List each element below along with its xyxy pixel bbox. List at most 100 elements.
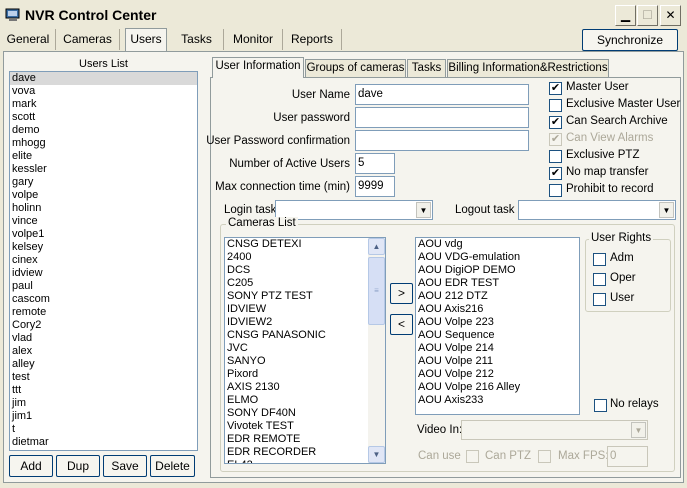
scroll-thumb[interactable]: ≡: [368, 257, 385, 325]
camera-list-item[interactable]: AXIS 2130: [225, 381, 385, 394]
tab-user-tasks[interactable]: Tasks: [407, 59, 446, 77]
camera-list-item[interactable]: IDVIEW: [225, 303, 385, 316]
camera-list-item[interactable]: AOU vdg: [416, 238, 579, 251]
active-users-field[interactable]: 5: [355, 153, 395, 174]
tab-reports[interactable]: Reports: [283, 29, 342, 50]
tab-users[interactable]: Users: [125, 28, 167, 51]
camera-list-item[interactable]: AOU Axis216: [416, 303, 579, 316]
camera-list-item[interactable]: IDVIEW2: [225, 316, 385, 329]
user-list-item[interactable]: gary: [10, 176, 197, 189]
user-list-item[interactable]: cascom: [10, 293, 197, 306]
camera-list-item[interactable]: SONY DF40N: [225, 407, 385, 420]
user-list-item[interactable]: alley: [10, 358, 197, 371]
password-confirm-field[interactable]: [355, 130, 529, 151]
can-use-checkbox[interactable]: [466, 450, 479, 463]
can-ptz-checkbox[interactable]: [538, 450, 551, 463]
user-list-item[interactable]: dave: [10, 72, 197, 85]
camera-list-item[interactable]: EL42: [225, 459, 385, 463]
scroll-down-icon[interactable]: ▼: [368, 446, 385, 463]
minimize-button[interactable]: ▁: [615, 5, 636, 26]
option-checkbox[interactable]: ✔: [549, 82, 562, 95]
remove-camera-button[interactable]: <: [390, 314, 413, 335]
option-checkbox[interactable]: ✔: [549, 133, 562, 146]
camera-list-item[interactable]: AOU 212 DTZ: [416, 290, 579, 303]
user-list-item[interactable]: remote: [10, 306, 197, 319]
maximize-button[interactable]: ☐: [637, 5, 658, 26]
user-list-item[interactable]: paul: [10, 280, 197, 293]
max-connection-time-field[interactable]: 9999: [355, 176, 395, 197]
camera-list-item[interactable]: AOU Axis233: [416, 394, 579, 407]
user-list-item[interactable]: vlad: [10, 332, 197, 345]
camera-list-item[interactable]: EDR RECORDER: [225, 446, 385, 459]
max-fps-field[interactable]: 0: [607, 446, 648, 467]
camera-list-item[interactable]: 2400: [225, 251, 385, 264]
synchronize-button[interactable]: Synchronize: [582, 29, 678, 51]
delete-user-button[interactable]: Delete: [150, 455, 195, 477]
option-checkbox[interactable]: [549, 184, 562, 197]
scroll-up-icon[interactable]: ▲: [368, 238, 385, 255]
camera-list-item[interactable]: AOU Volpe 212: [416, 368, 579, 381]
camera-list-item[interactable]: Vivotek TEST: [225, 420, 385, 433]
user-list-item[interactable]: holinn: [10, 202, 197, 215]
user-right-checkbox[interactable]: [593, 273, 606, 286]
camera-list-item[interactable]: JVC: [225, 342, 385, 355]
camera-list-item[interactable]: AOU VDG-emulation: [416, 251, 579, 264]
camera-list-item[interactable]: AOU Volpe 211: [416, 355, 579, 368]
camera-list-item[interactable]: CNSG DETEXI: [225, 238, 385, 251]
user-list-item[interactable]: vova: [10, 85, 197, 98]
tab-user-information[interactable]: User Information: [212, 57, 304, 78]
user-list-item[interactable]: scott: [10, 111, 197, 124]
add-camera-button[interactable]: >: [390, 283, 413, 304]
tab-groups-of-cameras[interactable]: Groups of cameras: [305, 59, 406, 77]
option-checkbox[interactable]: [549, 99, 562, 112]
user-list-item[interactable]: alex: [10, 345, 197, 358]
user-list-item[interactable]: mhogg: [10, 137, 197, 150]
user-list-item[interactable]: t: [10, 423, 197, 436]
user-list-item[interactable]: dietmar: [10, 436, 197, 449]
camera-list-item[interactable]: AOU Volpe 216 Alley: [416, 381, 579, 394]
login-task-select[interactable]: ▼: [275, 200, 433, 220]
user-password-field[interactable]: [355, 107, 529, 128]
camera-list-item[interactable]: C205: [225, 277, 385, 290]
close-button[interactable]: ✕: [660, 5, 681, 26]
video-in-select[interactable]: ▼: [461, 420, 648, 440]
user-right-checkbox[interactable]: [593, 293, 606, 306]
camera-list-item[interactable]: AOU Volpe 214: [416, 342, 579, 355]
option-checkbox[interactable]: [549, 150, 562, 163]
user-list-item[interactable]: jim: [10, 397, 197, 410]
user-list-item[interactable]: cinex: [10, 254, 197, 267]
tab-general[interactable]: General: [1, 29, 56, 50]
user-list-item[interactable]: demo: [10, 124, 197, 137]
camera-list-item[interactable]: AOU EDR TEST: [416, 277, 579, 290]
user-list-item[interactable]: ttt: [10, 384, 197, 397]
user-list-item[interactable]: kelsey: [10, 241, 197, 254]
camera-list-item[interactable]: ELMO: [225, 394, 385, 407]
tab-tasks[interactable]: Tasks: [170, 29, 224, 50]
camera-list-item[interactable]: Pixord: [225, 368, 385, 381]
user-list-item[interactable]: volpe1: [10, 228, 197, 241]
camera-list-item[interactable]: EDR REMOTE: [225, 433, 385, 446]
option-checkbox[interactable]: ✔: [549, 167, 562, 180]
available-cameras-scrollbar[interactable]: ▲ ≡ ▼: [368, 238, 385, 463]
user-right-checkbox[interactable]: [593, 253, 606, 266]
no-relays-checkbox[interactable]: [594, 399, 607, 412]
add-user-button[interactable]: Add: [9, 455, 53, 477]
user-list-item[interactable]: vince: [10, 215, 197, 228]
tab-billing-information[interactable]: Billing Information&Restrictions: [447, 59, 609, 77]
user-list-item[interactable]: volpe: [10, 189, 197, 202]
user-list-item[interactable]: idview: [10, 267, 197, 280]
camera-list-item[interactable]: AOU Volpe 223: [416, 316, 579, 329]
users-list[interactable]: dave vova mark scott demo mhogg elite kessler ga…: [9, 71, 198, 451]
camera-list-item[interactable]: CNSG PANASONIC: [225, 329, 385, 342]
user-list-item[interactable]: kessler: [10, 163, 197, 176]
assigned-cameras-list[interactable]: AOU vdg AOU VDG-emulation AOU DigiOP DEMO A…: [415, 237, 580, 415]
logout-task-select[interactable]: ▼: [518, 200, 676, 220]
camera-list-item[interactable]: SANYO: [225, 355, 385, 368]
user-list-item[interactable]: jim1: [10, 410, 197, 423]
user-list-item[interactable]: elite: [10, 150, 197, 163]
camera-list-item[interactable]: AOU Sequence: [416, 329, 579, 342]
camera-list-item[interactable]: SONY PTZ TEST: [225, 290, 385, 303]
camera-list-item[interactable]: DCS: [225, 264, 385, 277]
user-name-field[interactable]: dave: [355, 84, 529, 105]
dup-user-button[interactable]: Dup: [56, 455, 100, 477]
